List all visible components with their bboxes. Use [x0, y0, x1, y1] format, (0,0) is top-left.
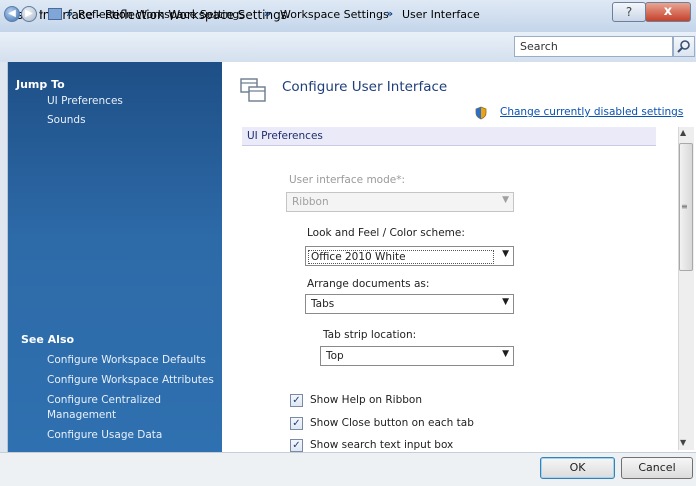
breadcrumb-item[interactable]: User Interface: [402, 8, 480, 21]
search-button[interactable]: [673, 36, 695, 57]
forward-button[interactable]: ▶: [21, 6, 37, 22]
arrange-documents-value: Tabs: [311, 298, 335, 310]
see-also-heading: See Also: [21, 333, 75, 346]
dropdown-arrow-icon: ▼: [502, 195, 509, 205]
change-disabled-settings-link[interactable]: Change currently disabled settings: [500, 106, 683, 118]
color-scheme-value: Office 2010 White: [308, 250, 494, 264]
tab-strip-value: Top: [326, 350, 344, 362]
sidebar-item-sounds[interactable]: Sounds: [47, 114, 86, 126]
ok-button[interactable]: OK: [540, 457, 615, 479]
breadcrumb-separator-icon: »: [386, 7, 394, 20]
recent-pages-dropdown-icon[interactable]: ▾: [39, 9, 43, 18]
ui-mode-select: Ribbon ▼: [286, 192, 514, 212]
cancel-button[interactable]: Cancel: [621, 457, 693, 479]
tab-strip-select[interactable]: Top ▼: [320, 346, 514, 366]
breadcrumb-separator-icon: »: [264, 7, 272, 20]
breadcrumb-separator-icon: »: [66, 7, 74, 20]
show-help-checkbox[interactable]: ✓: [290, 394, 303, 407]
show-help-label: Show Help on Ribbon: [310, 394, 422, 406]
dropdown-arrow-icon[interactable]: ▼: [502, 349, 509, 359]
look-feel-label: Look and Feel / Color scheme:: [307, 227, 465, 239]
configure-ui-icon: [240, 78, 266, 102]
arrange-documents-select[interactable]: Tabs ▼: [305, 294, 514, 314]
search-placeholder: Search: [520, 40, 558, 53]
settings-folder-icon: [48, 8, 62, 20]
scrollbar-grip-icon: ≡: [681, 202, 688, 211]
close-button[interactable]: x: [645, 2, 691, 22]
color-scheme-select[interactable]: Office 2010 White ▼: [305, 246, 514, 266]
show-close-button-checkbox[interactable]: ✓: [290, 417, 303, 430]
sidebar-item-ui-preferences[interactable]: UI Preferences: [47, 95, 123, 107]
scroll-down-arrow-icon[interactable]: ▼: [680, 438, 686, 447]
tab-strip-label: Tab strip location:: [323, 329, 417, 341]
section-title: UI Preferences: [247, 130, 323, 142]
back-button[interactable]: ◀: [4, 6, 20, 22]
dropdown-arrow-icon[interactable]: ▼: [502, 297, 509, 307]
show-search-box-label: Show search text input box: [310, 439, 454, 451]
shield-icon: [474, 106, 488, 120]
breadcrumb-item[interactable]: Reflection Workspace Settings: [78, 8, 245, 21]
arrange-documents-label: Arrange documents as:: [307, 278, 430, 290]
ui-mode-value: Ribbon: [292, 196, 329, 208]
dropdown-arrow-icon[interactable]: ▼: [502, 249, 509, 259]
sidebar-item-workspace-attributes[interactable]: Configure Workspace Attributes: [47, 374, 214, 386]
search-icon: [677, 40, 690, 53]
sidebar-item-workspace-defaults[interactable]: Configure Workspace Defaults: [47, 354, 206, 366]
sidebar-item-usage-data[interactable]: Configure Usage Data: [47, 429, 162, 441]
show-search-box-checkbox[interactable]: ✓: [290, 439, 303, 452]
breadcrumb-item[interactable]: Workspace Settings: [280, 8, 389, 21]
sidebar-item-centralized-management[interactable]: Configure Centralized Management: [47, 393, 197, 423]
ui-mode-label: User interface mode*:: [289, 174, 406, 186]
window-left-border: [0, 62, 8, 452]
jump-to-heading: Jump To: [16, 78, 65, 91]
scroll-up-arrow-icon[interactable]: ▲: [680, 128, 686, 137]
help-button[interactable]: ?: [612, 2, 646, 22]
page-title: Configure User Interface: [282, 79, 448, 95]
show-close-button-label: Show Close button on each tab: [310, 417, 474, 429]
